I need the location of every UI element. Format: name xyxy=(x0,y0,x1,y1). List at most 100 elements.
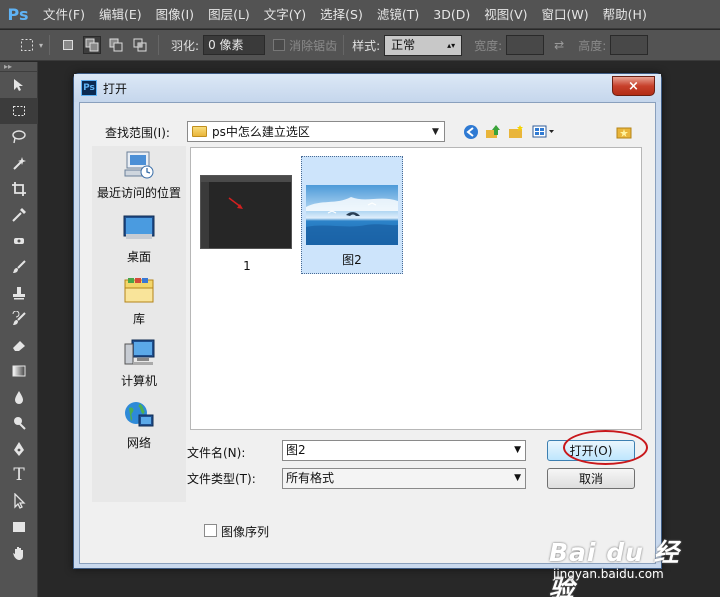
image-sequence-checkbox[interactable] xyxy=(204,524,217,537)
open-dialog: Ps 打开 × 查找范围(I): ps中怎么建立选区 ▼ 最近访问的位置 桌面 … xyxy=(73,73,662,569)
back-icon[interactable] xyxy=(462,123,480,141)
cancel-button[interactable]: 取消 xyxy=(547,468,635,489)
file-thumbnail-2 xyxy=(306,185,398,245)
filetype-value: 所有格式 xyxy=(286,471,335,485)
menu-edit[interactable]: 编辑(E) xyxy=(92,0,149,29)
filename-input[interactable]: 图2 ▼ xyxy=(282,440,526,461)
pen-tool-icon[interactable] xyxy=(0,436,38,462)
file-item-selected[interactable]: 图2 xyxy=(301,156,403,274)
chevron-down-icon[interactable]: ▾ xyxy=(39,41,43,50)
file-name: 1 xyxy=(243,259,251,273)
rectangle-tool-icon[interactable] xyxy=(0,514,38,540)
hand-tool-icon[interactable] xyxy=(0,540,38,566)
place-network[interactable]: 网络 xyxy=(92,400,186,451)
dialog-titlebar[interactable]: Ps 打开 × xyxy=(74,74,661,102)
menu-bar: Ps 文件(F) 编辑(E) 图像(I) 图层(L) 文字(Y) 选择(S) 滤… xyxy=(0,0,720,29)
history-brush-tool-icon[interactable] xyxy=(0,306,38,332)
close-button[interactable]: × xyxy=(612,76,655,96)
subtract-selection-icon[interactable] xyxy=(107,36,125,54)
crop-tool-icon[interactable] xyxy=(0,176,38,202)
network-globe-icon xyxy=(123,400,155,430)
lookin-label: 查找范围(I): xyxy=(105,126,170,140)
place-recent[interactable]: 最近访问的位置 xyxy=(92,150,186,201)
style-select[interactable]: 正常 ▴▾ xyxy=(384,34,463,56)
menu-layer[interactable]: 图层(L) xyxy=(201,0,257,29)
marquee-preset-icon[interactable] xyxy=(18,36,36,54)
width-input[interactable] xyxy=(506,35,545,55)
gradient-tool-icon[interactable] xyxy=(0,358,38,384)
menu-file[interactable]: 文件(F) xyxy=(36,0,92,29)
chevron-down-icon[interactable]: ▼ xyxy=(514,469,521,488)
divider xyxy=(49,35,51,55)
style-label: 样式: xyxy=(352,38,381,53)
bookmark-folder-icon[interactable] xyxy=(615,123,633,141)
annotation-circle xyxy=(563,430,648,465)
desktop-icon xyxy=(123,214,155,244)
place-libraries-label: 库 xyxy=(132,312,145,326)
place-desktop[interactable]: 桌面 xyxy=(92,214,186,265)
magic-wand-tool-icon[interactable] xyxy=(0,150,38,176)
place-desktop-label: 桌面 xyxy=(126,250,151,264)
menu-image[interactable]: 图像(I) xyxy=(149,0,201,29)
new-folder-icon[interactable] xyxy=(507,123,525,141)
baidu-watermark: Bai du 经验 jingyan.baidu.com xyxy=(549,533,699,597)
file-name: 图2 xyxy=(342,253,362,267)
new-selection-icon[interactable] xyxy=(59,36,77,54)
feather-label: 羽化: xyxy=(171,38,200,53)
filename-label: 文件名(N): xyxy=(187,446,246,460)
lasso-tool-icon[interactable] xyxy=(0,124,38,150)
healing-brush-tool-icon[interactable] xyxy=(0,228,38,254)
menu-view[interactable]: 视图(V) xyxy=(477,0,534,29)
dialog-body: 查找范围(I): ps中怎么建立选区 ▼ 最近访问的位置 桌面 库 计算机 网络… xyxy=(79,102,656,564)
watermark-url: jingyan.baidu.com xyxy=(553,567,664,581)
view-menu-icon[interactable] xyxy=(531,123,557,141)
up-folder-icon[interactable] xyxy=(484,123,502,141)
place-recent-label: 最近访问的位置 xyxy=(96,186,181,200)
eyedropper-tool-icon[interactable] xyxy=(0,202,38,228)
clone-stamp-tool-icon[interactable] xyxy=(0,280,38,306)
dodge-tool-icon[interactable] xyxy=(0,410,38,436)
file-list[interactable]: 1 图2 xyxy=(190,147,642,430)
toolbox-grip-icon[interactable]: ▸▸ xyxy=(0,62,37,72)
height-input[interactable] xyxy=(610,35,649,55)
width-label: 宽度: xyxy=(474,38,503,53)
place-computer[interactable]: 计算机 xyxy=(92,338,186,389)
menu-select[interactable]: 选择(S) xyxy=(313,0,370,29)
divider xyxy=(158,35,160,55)
chevron-updown-icon: ▴▾ xyxy=(447,40,456,50)
intersect-selection-icon[interactable] xyxy=(131,36,149,54)
photoshop-small-icon: Ps xyxy=(81,80,97,96)
photoshop-logo: Ps xyxy=(7,4,29,24)
places-bar: 最近访问的位置 桌面 库 计算机 网络 xyxy=(92,146,186,502)
recent-places-icon xyxy=(123,150,155,180)
chevron-down-icon[interactable]: ▼ xyxy=(427,122,444,141)
image-sequence-label: 图像序列 xyxy=(221,525,270,539)
filetype-select[interactable]: 所有格式 ▼ xyxy=(282,468,526,489)
feather-input[interactable]: 0 像素 xyxy=(203,35,266,55)
file-thumbnail-1 xyxy=(200,175,292,249)
file-item[interactable]: 1 xyxy=(200,175,294,273)
swap-icon[interactable]: ⇄ xyxy=(554,38,564,52)
place-computer-label: 计算机 xyxy=(120,374,157,388)
type-tool-icon[interactable]: T xyxy=(0,462,38,488)
menu-filter[interactable]: 滤镜(T) xyxy=(370,0,426,29)
menu-type[interactable]: 文字(Y) xyxy=(257,0,313,29)
menu-window[interactable]: 窗口(W) xyxy=(535,0,596,29)
path-selection-tool-icon[interactable] xyxy=(0,488,38,514)
chevron-down-icon[interactable]: ▼ xyxy=(514,441,521,460)
blur-tool-icon[interactable] xyxy=(0,384,38,410)
place-libraries[interactable]: 库 xyxy=(92,276,186,327)
menu-help[interactable]: 帮助(H) xyxy=(596,0,654,29)
eraser-tool-icon[interactable] xyxy=(0,332,38,358)
antialias-checkbox[interactable] xyxy=(273,39,286,51)
rect-marquee-tool-icon[interactable] xyxy=(0,98,38,124)
menu-3d[interactable]: 3D(D) xyxy=(426,0,477,29)
watermark-brand: Bai du 经验 xyxy=(549,538,680,597)
brush-tool-icon[interactable] xyxy=(0,254,38,280)
move-tool-icon[interactable] xyxy=(0,72,38,98)
add-to-selection-icon[interactable] xyxy=(83,36,102,54)
libraries-icon xyxy=(123,276,155,306)
divider xyxy=(343,35,345,55)
computer-icon xyxy=(123,338,155,368)
lookin-combobox[interactable]: ps中怎么建立选区 ▼ xyxy=(187,121,445,142)
